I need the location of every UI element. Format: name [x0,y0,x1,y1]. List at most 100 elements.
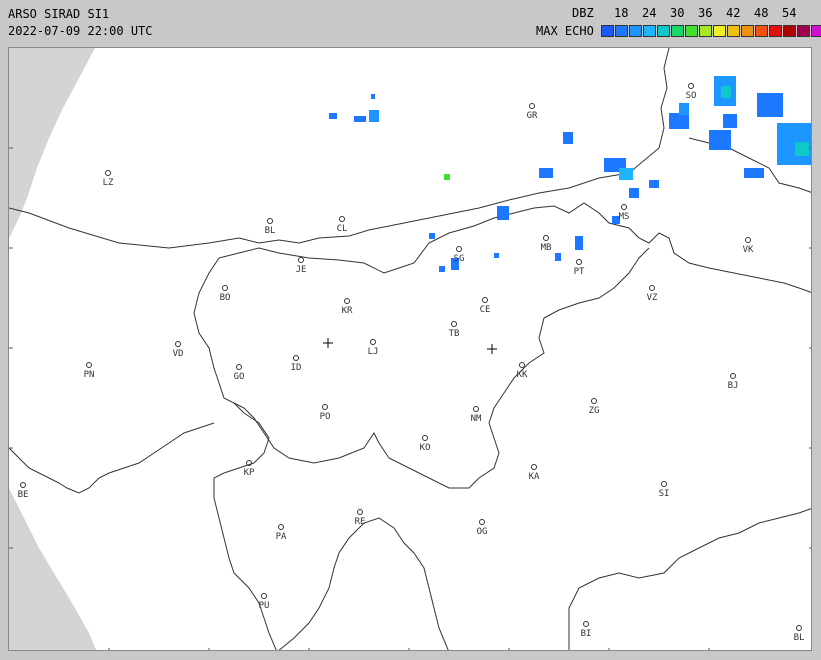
city-label: PN [84,370,95,380]
city-label: GR [527,111,538,121]
city-marker [278,524,284,530]
city-label: GO [234,372,245,382]
city-label: MB [541,243,552,253]
radar-map[interactable]: SO GR LZ BL CL MB MS VK JE SG PT BO KR CE VZ VD TB LJ PN ID… [8,47,812,651]
city-marker [482,297,488,303]
legend-swatch [601,25,614,37]
legend-unit: DBZ [572,6,594,20]
city-marker [479,519,485,525]
city-marker [591,398,597,404]
city-label: CE [480,305,491,315]
city-label: VK [743,245,754,255]
city-label: KK [517,370,528,380]
city-label: SG [454,254,465,264]
city-marker [422,435,428,441]
header: ARSO SIRAD SI1 2022-07-09 22:00 UTC [8,6,153,40]
out-of-range-area-bottom [9,488,97,650]
city-marker [576,259,582,265]
city-label: KA [529,472,540,482]
city-marker [730,373,736,379]
legend-swatch [741,25,754,37]
city-label: LJ [368,347,379,357]
city-marker [86,362,92,368]
city-marker [267,218,273,224]
city-label: BL [265,226,276,236]
legend-swatch [811,25,821,37]
city-label: PU [259,601,270,611]
radar-echoes [329,76,811,272]
legend-swatch [755,25,768,37]
city-marker [357,509,363,515]
croatia-southern-border [568,508,811,650]
legend-tick-30: 30 [670,6,685,20]
radar-window: ARSO SIRAD SI1 2022-07-09 22:00 UTC DBZ … [0,0,821,660]
city-label: BI [581,629,592,639]
city-label: CL [337,224,348,234]
timestamp: 2022-07-09 22:00 UTC [8,24,153,38]
city-marker [175,341,181,347]
northern-border [9,48,670,249]
city-marker [105,170,111,176]
city-marker [543,235,549,241]
city-marker [451,321,457,327]
city-marker [649,285,655,291]
city-marker [222,285,228,291]
legend-tick-42: 42 [726,6,741,20]
city-marker [796,625,802,631]
western-coast [9,422,215,494]
western-border [193,257,270,474]
borders [9,48,811,650]
city-marker [298,257,304,263]
legend-swatch [713,25,726,37]
city-marker [529,103,535,109]
city-marker [456,246,462,252]
city-label: MS [619,212,630,222]
city-marker [745,237,751,243]
city-marker [531,464,537,470]
city-label: ZG [589,406,600,416]
city-label: PA [276,532,287,542]
city-label: BL [794,633,805,643]
city-label: RE [355,517,366,527]
city-label: ID [291,363,302,373]
city-label: NM [471,414,482,424]
city-label: JE [296,265,307,275]
legend-swatch [657,25,670,37]
city-marker [339,216,345,222]
city-label: SO [686,91,697,101]
city-label: OG [477,527,488,537]
product-title: ARSO SIRAD SI1 [8,7,110,21]
city-marker [583,621,589,627]
legend-swatch [727,25,740,37]
legend-swatch [615,25,628,37]
city-label: KR [342,306,353,316]
city-marker [370,339,376,345]
city-marker [661,481,667,487]
city-label: SI [659,489,670,499]
legend-swatch [629,25,642,37]
city-marker [344,298,350,304]
city-label: KP [244,468,255,478]
city-label: KO [420,443,431,453]
city-label: BE [18,490,29,500]
map-canvas: SO GR LZ BL CL MB MS VK JE SG PT BO KR CE VZ VD TB LJ PN ID… [9,48,811,650]
legend-tick-54: 54 [782,6,797,20]
kvarner-coast [278,517,449,650]
city-marker [20,482,26,488]
city-marker [322,404,328,410]
city-label: VD [173,349,184,359]
slovenia-border [218,202,811,293]
city-label: PO [320,412,331,422]
legend-tick-36: 36 [698,6,713,20]
city-label: PT [574,267,585,277]
legend-swatch [783,25,796,37]
city-label: BO [220,293,231,303]
legend-tick-24: 24 [642,6,657,20]
city-marker [261,593,267,599]
city-label: TB [449,329,460,339]
radar-sites [323,338,497,354]
legend-tick-18: 18 [614,6,629,20]
legend-swatch [797,25,810,37]
city-marker [236,364,242,370]
legend-product: MAX ECHO [536,24,594,38]
